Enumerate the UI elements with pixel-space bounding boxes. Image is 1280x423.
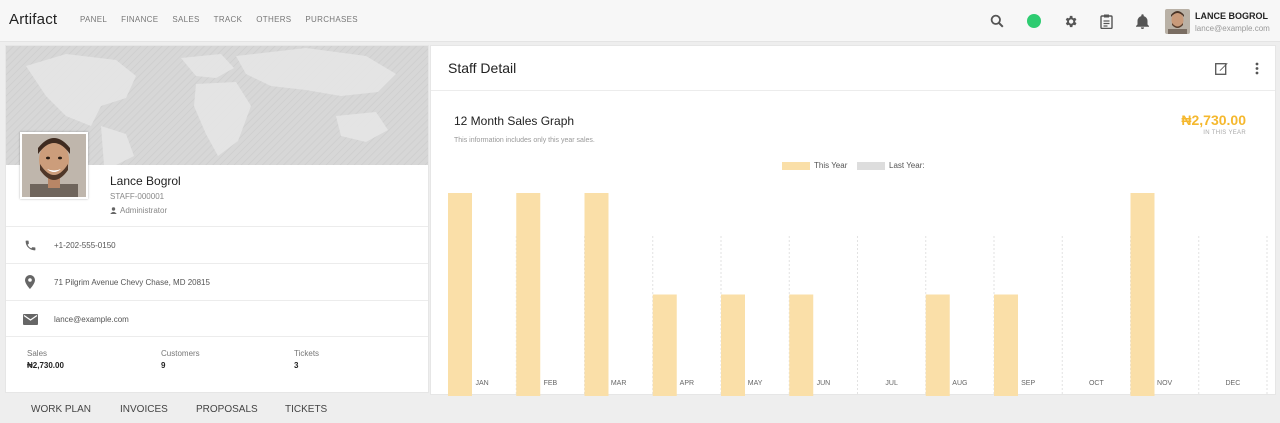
chart-x-tick-label: FEB [544,380,558,387]
chart-x-tick-label: DEC [1225,380,1240,387]
chart-bar-this-year [584,193,609,396]
chart-x-tick-label: MAY [748,380,763,387]
nav-track[interactable]: TRACK [214,15,243,24]
profile-stats: Sales ₦2,730.00 Customers 9 Tickets 3 [6,336,428,393]
panel-title: Staff Detail [448,60,517,76]
stat-sales-label: Sales [27,349,48,358]
stat-tickets: Tickets 3 [294,349,319,370]
nav-purchases[interactable]: PURCHASES [305,15,358,24]
profile-name: Lance Bogrol [110,174,181,188]
tab-invoices[interactable]: INVOICES [120,404,168,415]
chart-bar-this-year [721,294,745,396]
profile-role-label: Administrator [120,206,168,215]
chart-x-tick-label: OCT [1089,380,1105,387]
bell-icon[interactable] [1133,12,1151,30]
chart-x-tick-label: APR [680,380,694,387]
chart-x-tick-label: JUL [885,380,898,387]
stat-sales: Sales ₦2,730.00 [27,349,64,370]
nav-others[interactable]: OTHERS [256,15,291,24]
chart-x-tick-label: SEP [1021,380,1035,387]
main-nav: PANEL FINANCE SALES TRACK OTHERS PURCHAS… [80,15,372,24]
profile-photo [20,132,88,199]
tab-proposals[interactable]: PROPOSALS [196,404,258,415]
nav-finance[interactable]: FINANCE [121,15,158,24]
panel-divider [431,90,1275,91]
chart-x-tick-label: JUN [817,380,831,387]
chart-bar-this-year [1130,193,1155,396]
stat-tickets-value: 3 [294,361,299,370]
user-icon [110,207,117,214]
user-email: lance@example.com [1195,24,1270,33]
gear-icon[interactable] [1061,12,1079,30]
legend-last-year[interactable]: Last Year: [857,161,925,170]
phone-row: +1-202-555-0150 [6,226,428,263]
chart-bar-this-year [448,193,472,396]
profile-email[interactable]: lance@example.com [54,315,129,324]
graph-total-label: IN THIS YEAR [1203,130,1246,136]
stat-customers-label: Customers [161,349,200,358]
clipboard-icon[interactable] [1097,12,1115,30]
profile-role: Administrator [110,206,167,215]
graph-total: ₦2,730.00 [1181,112,1246,128]
chart-bar-this-year [789,294,814,396]
email-row: lance@example.com [6,300,428,337]
stat-customers: Customers 9 [161,349,200,370]
online-status-icon[interactable] [1027,14,1041,28]
mail-icon [6,313,54,325]
staff-tabs: WORK PLAN INVOICES PROPOSALS TICKETS [0,396,1280,423]
chart-bar-this-year [652,294,677,396]
legend-this-year[interactable]: This Year [782,161,847,170]
staff-detail-panel: Staff Detail 12 Month Sales Graph This i… [430,45,1276,396]
profile-phone[interactable]: +1-202-555-0150 [54,241,116,250]
location-pin-icon [6,275,54,289]
tab-tickets[interactable]: TICKETS [285,404,327,415]
chart-bar-this-year [994,294,1018,396]
user-name[interactable]: LANCE BOGROL [1195,11,1268,21]
profile-card: Lance Bogrol STAFF-000001 Administrator … [5,45,429,393]
legend-swatch-last-year [857,161,885,170]
chart-x-tick-label: AUG [952,380,967,387]
legend-swatch-this-year [782,161,810,170]
legend-label-last-year: Last Year: [889,161,925,170]
graph-subtitle: This information includes only this year… [454,137,595,144]
brand-logo[interactable]: Artifact [9,11,57,28]
search-icon[interactable] [988,12,1006,30]
more-vert-icon[interactable] [1249,60,1265,76]
stat-customers-value: 9 [161,361,166,370]
address-row: 71 Pilgrim Avenue Chevy Chase, MD 20815 [6,263,428,300]
stat-tickets-label: Tickets [294,349,320,358]
user-avatar[interactable] [1165,9,1190,34]
chart-x-tick-label: MAR [611,380,627,387]
chart-bar-this-year [516,193,541,396]
top-bar: Artifact PANEL FINANCE SALES TRACK OTHER… [0,0,1280,42]
tab-work-plan[interactable]: WORK PLAN [31,404,91,415]
sales-bar-chart: JAN FEB MAR APR MAY JUN JUL AUG SEP OCT NOV DEC [448,193,1268,396]
graph-title: 12 Month Sales Graph [454,114,575,128]
profile-address: 71 Pilgrim Avenue Chevy Chase, MD 20815 [54,277,210,287]
chart-x-tick-label: NOV [1157,380,1173,387]
chart-bar-this-year [925,294,950,396]
stat-sales-value: ₦2,730.00 [27,361,64,370]
nav-sales[interactable]: SALES [172,15,199,24]
edit-icon[interactable] [1213,60,1229,76]
profile-staff-id: STAFF-000001 [110,192,165,201]
nav-panel[interactable]: PANEL [80,15,107,24]
phone-icon [6,239,54,252]
chart-x-tick-label: JAN [476,380,489,387]
legend-label-this-year: This Year [814,161,848,170]
